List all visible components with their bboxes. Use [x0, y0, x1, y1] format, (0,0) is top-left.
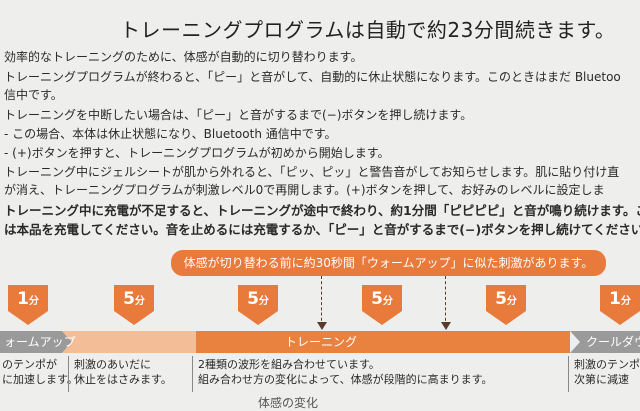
warmup-notice-banner: 体感が切り替わる前に約30秒間「ウォームアップ」に似た刺激があります。	[171, 250, 606, 276]
paragraph-line: トレーニング中にジェルシートが肌から外れると、「ピッ、ピッ」と警告音がしてお知ら…	[4, 165, 620, 179]
phase-label-training: トレーニング	[285, 335, 358, 349]
training-rest-description: 刺激のあいだに 休止をはさみます。	[74, 358, 172, 386]
duration-marker: 5分	[112, 283, 156, 327]
duration-marker: 5分	[484, 283, 528, 327]
arrow-down-icon	[317, 322, 327, 330]
column-divider	[68, 356, 69, 392]
paragraph-line: が消え、トレーニングプログラムが刺激レベル0で再開します。(+)ボタンを押して、…	[4, 183, 605, 197]
duration-marker: 1分	[598, 283, 640, 327]
phase-label-cooldown: クールダウ	[586, 335, 640, 349]
sensation-change-caption: 体感の変化	[258, 396, 319, 410]
paragraph-line: 効率的なトレーニングのために、体感が自動的に切り替わります。	[4, 50, 363, 64]
warning-line: は本品を充電してください。音を止めるには充電するか、「ピー」と音がするまで(−)…	[4, 222, 640, 237]
transition-marker-line	[321, 276, 322, 326]
duration-marker: 5分	[360, 283, 404, 327]
paragraph-line: トレーニングプログラムが終わると、「ピー」と音がして、自動的に休止状態になります…	[4, 70, 621, 84]
warmup-description: のテンポが に加速します。	[2, 358, 78, 386]
phase-label-warmup: ォームアップ	[4, 335, 76, 349]
cooldown-description: 刺激のテンポ 次第に減速	[574, 358, 640, 386]
column-divider	[192, 356, 193, 392]
training-waveform-description: 2種類の波形を組み合わせています。 組み合わせ方の変化によって、体感が段階的に高…	[198, 358, 493, 386]
arrow-down-icon	[441, 322, 451, 330]
paragraph-line: 信中です。	[4, 88, 63, 102]
paragraph-line: - この場合、本体は休止状態になり、Bluetooth 通信中です。	[4, 127, 337, 141]
column-divider	[568, 356, 569, 392]
warning-line: トレーニング中に充電が不足すると、トレーニングが途中で終わり、約1分間「ピピピピ…	[4, 203, 640, 218]
transition-marker-line	[445, 276, 446, 326]
manual-page: トレーニングプログラムは自動で約23分間続きます。 効率的なトレーニングのために…	[0, 0, 640, 410]
paragraph-line: トレーニングを中断したい場合は、「ピー」と音がするまで(−)ボタンを押し続けます…	[4, 108, 473, 122]
duration-marker: 5分	[236, 283, 280, 327]
duration-marker: 1分	[6, 283, 50, 327]
paragraph-line: - (+)ボタンを押すと、トレーニングプログラムが初めから開始します。	[4, 146, 390, 160]
page-title: トレーニングプログラムは自動で約23分間続きます。	[120, 18, 616, 42]
